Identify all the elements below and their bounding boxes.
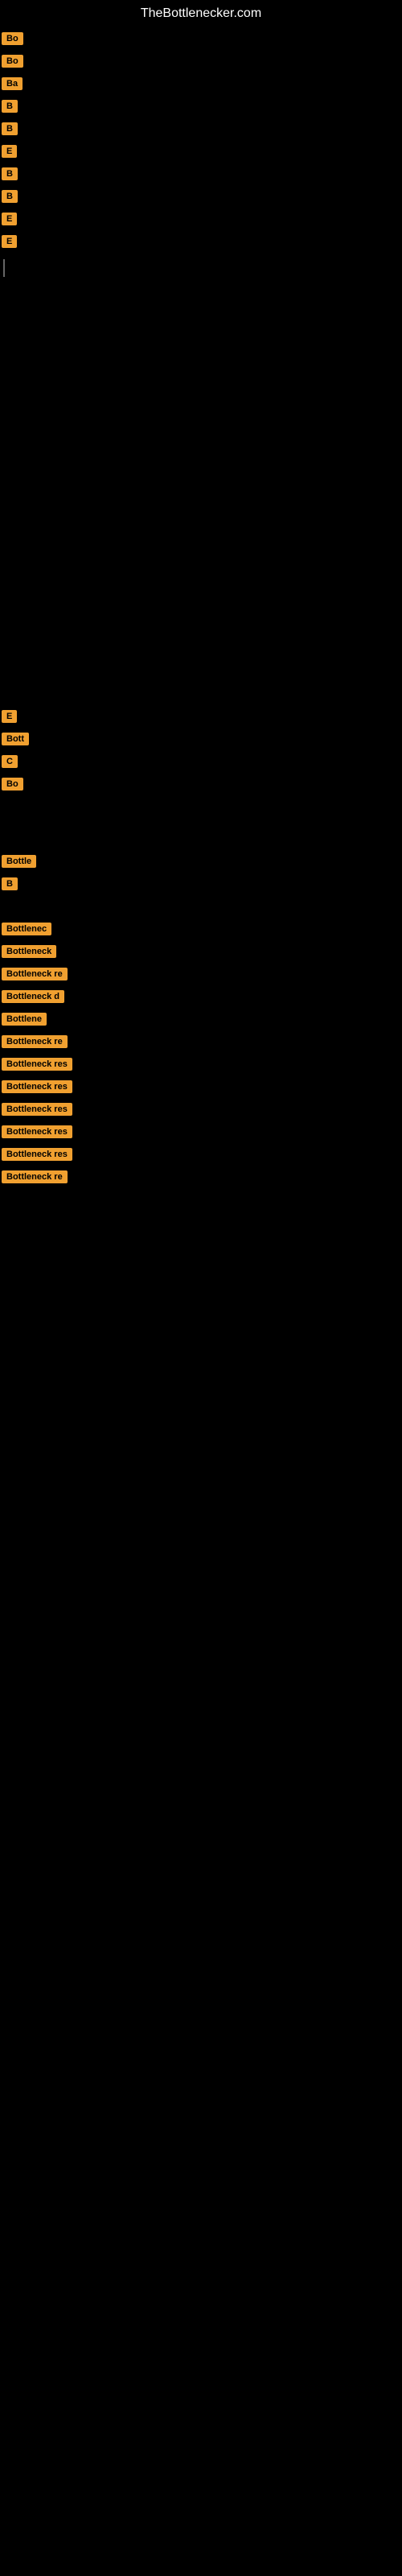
row-14: Bo — [0, 773, 402, 795]
badge-7: B — [2, 167, 18, 180]
row-28: Bottleneck re — [0, 1166, 402, 1188]
footer-space — [0, 1191, 402, 2318]
badge-14: Bo — [2, 778, 23, 791]
badge-24: Bottleneck res — [2, 1080, 72, 1093]
badge-11: E — [2, 710, 17, 723]
badge-18: Bottleneck — [2, 945, 56, 958]
row-16: B — [0, 873, 402, 895]
badge-17: Bottlenec — [2, 923, 51, 935]
gap-1 — [0, 799, 402, 847]
row-4: B — [0, 95, 402, 118]
badge-2: Bo — [2, 55, 23, 68]
lower-section: Bottle B — [0, 850, 402, 895]
badge-13: C — [2, 755, 18, 768]
badge-5: B — [2, 122, 18, 135]
badge-21: Bottlene — [2, 1013, 47, 1026]
badge-28: Bottleneck re — [2, 1170, 68, 1183]
badge-27: Bottleneck res — [2, 1148, 72, 1161]
badge-4: B — [2, 100, 18, 113]
top-section: Bo Bo Ba B B E B B E E — [0, 27, 402, 253]
badge-3: Ba — [2, 77, 23, 90]
vertical-indicator — [3, 259, 5, 277]
row-24: Bottleneck res — [0, 1075, 402, 1098]
row-6: E — [0, 140, 402, 163]
row-3: Ba — [0, 72, 402, 95]
badge-22: Bottleneck re — [2, 1035, 68, 1048]
site-title: TheBottlenecker.com — [0, 0, 402, 24]
row-9: E — [0, 208, 402, 230]
badge-26: Bottleneck res — [2, 1125, 72, 1138]
badge-10: E — [2, 235, 17, 248]
row-2: Bo — [0, 50, 402, 72]
badge-25: Bottleneck res — [2, 1103, 72, 1116]
row-25: Bottleneck res — [0, 1098, 402, 1121]
row-11: E — [0, 705, 402, 728]
row-21: Bottlene — [0, 1008, 402, 1030]
badge-15: Bottle — [2, 855, 36, 868]
badge-23: Bottleneck res — [2, 1058, 72, 1071]
badge-20: Bottleneck d — [2, 990, 64, 1003]
badge-6: E — [2, 145, 17, 158]
chart-area — [0, 283, 402, 702]
row-27: Bottleneck res — [0, 1143, 402, 1166]
row-15: Bottle — [0, 850, 402, 873]
row-19: Bottleneck re — [0, 963, 402, 985]
gap-2 — [0, 898, 402, 914]
bottom-section: Bottlenec Bottleneck Bottleneck re Bottl… — [0, 918, 402, 1188]
row-26: Bottleneck res — [0, 1121, 402, 1143]
row-22: Bottleneck re — [0, 1030, 402, 1053]
badge-12: Bott — [2, 733, 29, 745]
row-13: C — [0, 750, 402, 773]
badge-9: E — [2, 213, 17, 225]
row-10: E — [0, 230, 402, 253]
badge-1: Bo — [2, 32, 23, 45]
row-23: Bottleneck res — [0, 1053, 402, 1075]
row-5: B — [0, 118, 402, 140]
row-7: B — [0, 163, 402, 185]
badge-16: B — [2, 877, 18, 890]
middle-section: E Bott C Bo — [0, 705, 402, 795]
row-8: B — [0, 185, 402, 208]
row-17: Bottlenec — [0, 918, 402, 940]
row-12: Bott — [0, 728, 402, 750]
row-1: Bo — [0, 27, 402, 50]
badge-19: Bottleneck re — [2, 968, 68, 980]
row-18: Bottleneck — [0, 940, 402, 963]
badge-8: B — [2, 190, 18, 203]
row-20: Bottleneck d — [0, 985, 402, 1008]
